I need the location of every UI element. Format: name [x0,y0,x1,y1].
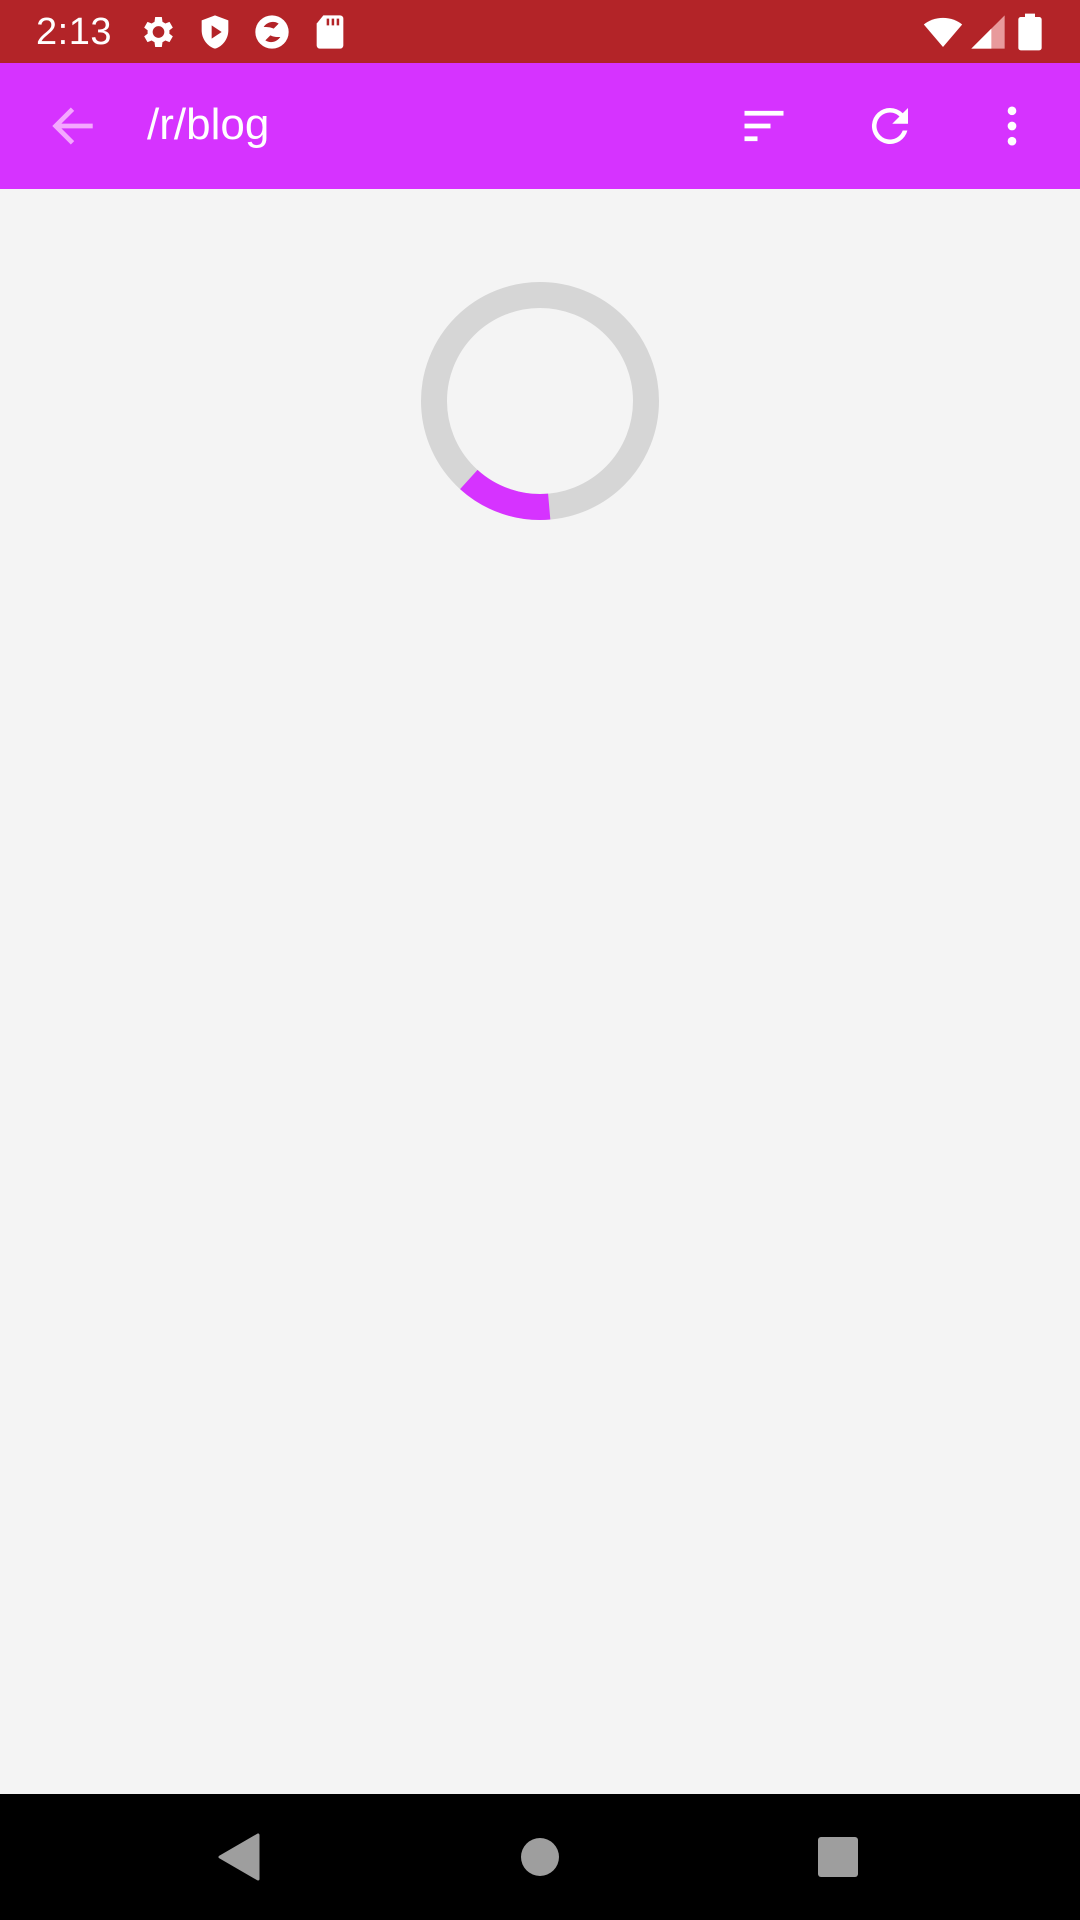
status-bar: 2:13 [0,0,1080,63]
status-time: 2:13 [36,11,112,53]
recents-square-icon [818,1837,858,1877]
sd-card-icon [310,12,350,52]
nav-home-button[interactable] [500,1817,580,1897]
page-title: /r/blog [147,100,270,149]
sort-icon [744,110,784,142]
wifi-icon [920,12,966,52]
app-bar: /r/blog [0,63,1080,189]
nav-back-button[interactable] [200,1817,280,1897]
sort-button[interactable] [724,86,804,166]
more-options-button[interactable] [972,86,1052,166]
back-button[interactable] [33,86,113,166]
refresh-button[interactable] [850,86,930,166]
shield-play-icon [195,12,235,52]
battery-icon [1012,12,1048,52]
nav-recents-button[interactable] [798,1817,878,1897]
more-vert-icon [1007,106,1017,146]
home-circle-icon [521,1838,559,1876]
refresh-icon [871,107,908,144]
settings-icon [137,12,177,52]
signal-icon [968,12,1008,52]
camera-app-icon [252,12,292,52]
navigation-bar [0,1794,1080,1920]
arrow-back-icon [52,107,93,145]
back-triangle-icon [218,1833,260,1881]
loading-spinner [421,282,659,520]
